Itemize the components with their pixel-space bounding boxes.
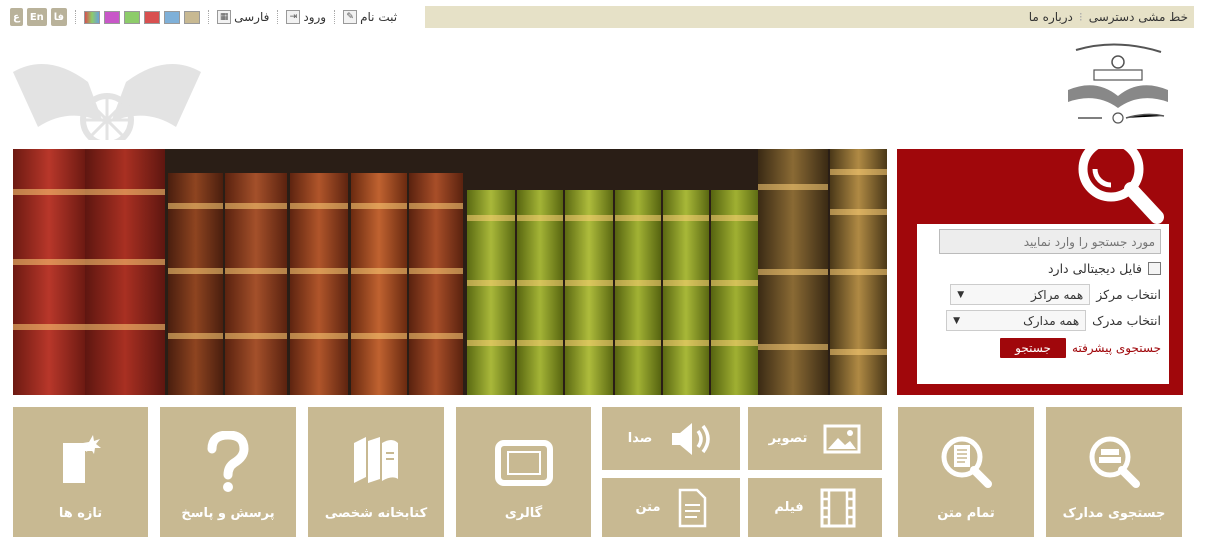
frame-icon <box>494 440 553 486</box>
theme-swatch-beige[interactable] <box>184 10 201 24</box>
register-link[interactable]: ✎ ثبت نام <box>343 10 397 24</box>
search-form: فایل دیجیتالی دارد انتخاب مرکز همه مراکز… <box>917 224 1169 384</box>
theme-swatch-multicolor[interactable] <box>84 10 101 24</box>
tile-questions-answers[interactable]: پرسش و پاسخ <box>160 407 296 537</box>
separator <box>208 10 210 24</box>
tile-label: پرسش و پاسخ <box>181 506 275 521</box>
arabic-button[interactable]: ع <box>10 8 23 26</box>
separator <box>75 10 77 24</box>
edit-icon: ✎ <box>343 10 358 24</box>
film-icon <box>820 488 856 527</box>
tile-audio[interactable]: صدا <box>602 407 740 470</box>
separator <box>277 10 279 24</box>
book-spine <box>467 190 515 395</box>
tile-film[interactable]: فیلم <box>748 478 882 537</box>
center-value: همه مراکز <box>1030 287 1084 302</box>
tile-label: گالری <box>504 506 543 521</box>
book-spine <box>615 190 661 395</box>
document-value: همه مدارک <box>1023 313 1080 328</box>
search-panel: فایل دیجیتالی دارد انتخاب مرکز همه مراکز… <box>897 143 1183 395</box>
bookshelf-banner <box>13 149 887 395</box>
theme-swatch-red[interactable] <box>144 10 161 24</box>
document-icon <box>678 488 706 527</box>
about-link[interactable]: درباره ما <box>1029 10 1073 24</box>
tile-image[interactable]: تصویر <box>748 407 882 470</box>
digital-file-row: فایل دیجیتالی دارد <box>1048 261 1161 276</box>
tile-label: فیلم <box>774 500 804 515</box>
tile-document-search[interactable]: جستجوی مدارک <box>1046 407 1182 537</box>
document-select[interactable]: همه مدارک ▼ <box>946 310 1087 331</box>
book-spine <box>517 190 563 395</box>
chevron-down-icon: ▼ <box>957 289 965 300</box>
book-spine <box>290 173 348 395</box>
book-spine <box>830 149 887 395</box>
top-bar: خط مشی دسترسی ⁝ درباره ما ع En فا ▦ فارس… <box>0 0 1208 36</box>
search-actions: جستجوی پیشرفته جستجو <box>1000 338 1161 358</box>
tile-gallery[interactable]: گالری <box>456 407 591 537</box>
tile-label: جستجوی مدارک <box>1062 506 1166 521</box>
search-button[interactable]: جستجو <box>1000 338 1067 358</box>
image-icon <box>823 424 861 453</box>
book-spine <box>225 173 287 395</box>
magnifier-icon <box>1078 143 1164 224</box>
document-row: انتخاب مدرک همه مدارک ▼ <box>946 310 1161 331</box>
book-spine <box>758 149 828 395</box>
document-label: انتخاب مدرک <box>1092 313 1161 328</box>
speaker-icon <box>672 422 711 455</box>
language-label: فارسی <box>234 10 270 24</box>
book-spine <box>351 173 407 395</box>
center-label: انتخاب مرکز <box>1096 287 1161 302</box>
tile-full-text[interactable]: تمام متن <box>898 407 1034 537</box>
separator: ⁝ <box>1078 10 1083 24</box>
top-toolbar: ع En فا ▦ فارسی ⇥ ورود ✎ ثبت نام <box>10 6 397 28</box>
tile-label: تصویر <box>768 431 808 446</box>
chevron-down-icon: ▼ <box>953 315 961 326</box>
theme-swatch-blue[interactable] <box>164 10 181 24</box>
login-link[interactable]: ⇥ ورود <box>286 10 326 24</box>
persian-button[interactable]: فا <box>50 8 68 26</box>
new-document-icon <box>62 435 101 483</box>
access-policy-link[interactable]: خط مشی دسترسی <box>1089 10 1188 24</box>
book-spine <box>168 173 223 395</box>
center-select[interactable]: همه مراکز ▼ <box>950 284 1091 305</box>
decorative-book-logo <box>13 64 201 140</box>
book-spine <box>711 190 761 395</box>
question-mark-icon <box>207 431 249 492</box>
tile-label: تازه ها <box>58 506 103 521</box>
digital-file-label: فایل دیجیتالی دارد <box>1047 261 1142 276</box>
english-button[interactable]: En <box>26 8 47 26</box>
books-icon <box>354 437 398 483</box>
tile-text[interactable]: متن <box>602 478 740 537</box>
university-logo <box>1068 43 1168 124</box>
theme-swatch-purple[interactable] <box>104 10 121 24</box>
language-selector[interactable]: ▦ فارسی <box>217 10 269 24</box>
digital-file-checkbox[interactable] <box>1148 262 1161 275</box>
book-spine <box>13 149 85 395</box>
center-row: انتخاب مرکز همه مراکز ▼ <box>950 284 1161 305</box>
tile-label: صدا <box>627 431 653 446</box>
book-spine <box>85 149 165 395</box>
login-label: ورود <box>303 10 327 24</box>
book-spine <box>565 190 613 395</box>
tile-label: کتابخانه شخصی <box>324 506 428 521</box>
grid-icon: ▦ <box>217 10 232 24</box>
tile-label: متن <box>635 500 661 515</box>
separator <box>334 10 336 24</box>
book-spine <box>663 190 709 395</box>
book-spine <box>409 173 463 395</box>
advanced-search-link[interactable]: جستجوی پیشرفته <box>1072 341 1161 355</box>
tile-label: تمام متن <box>937 506 995 521</box>
register-label: ثبت نام <box>360 10 398 24</box>
search-input[interactable] <box>939 229 1161 254</box>
top-links: خط مشی دسترسی ⁝ درباره ما <box>425 6 1194 28</box>
login-icon: ⇥ <box>286 10 301 24</box>
tile-news[interactable]: تازه ها <box>13 407 148 537</box>
theme-swatch-green[interactable] <box>124 10 141 24</box>
document-search-icon <box>1089 436 1140 488</box>
fulltext-search-icon <box>941 436 992 488</box>
tile-personal-library[interactable]: کتابخانه شخصی <box>308 407 444 537</box>
